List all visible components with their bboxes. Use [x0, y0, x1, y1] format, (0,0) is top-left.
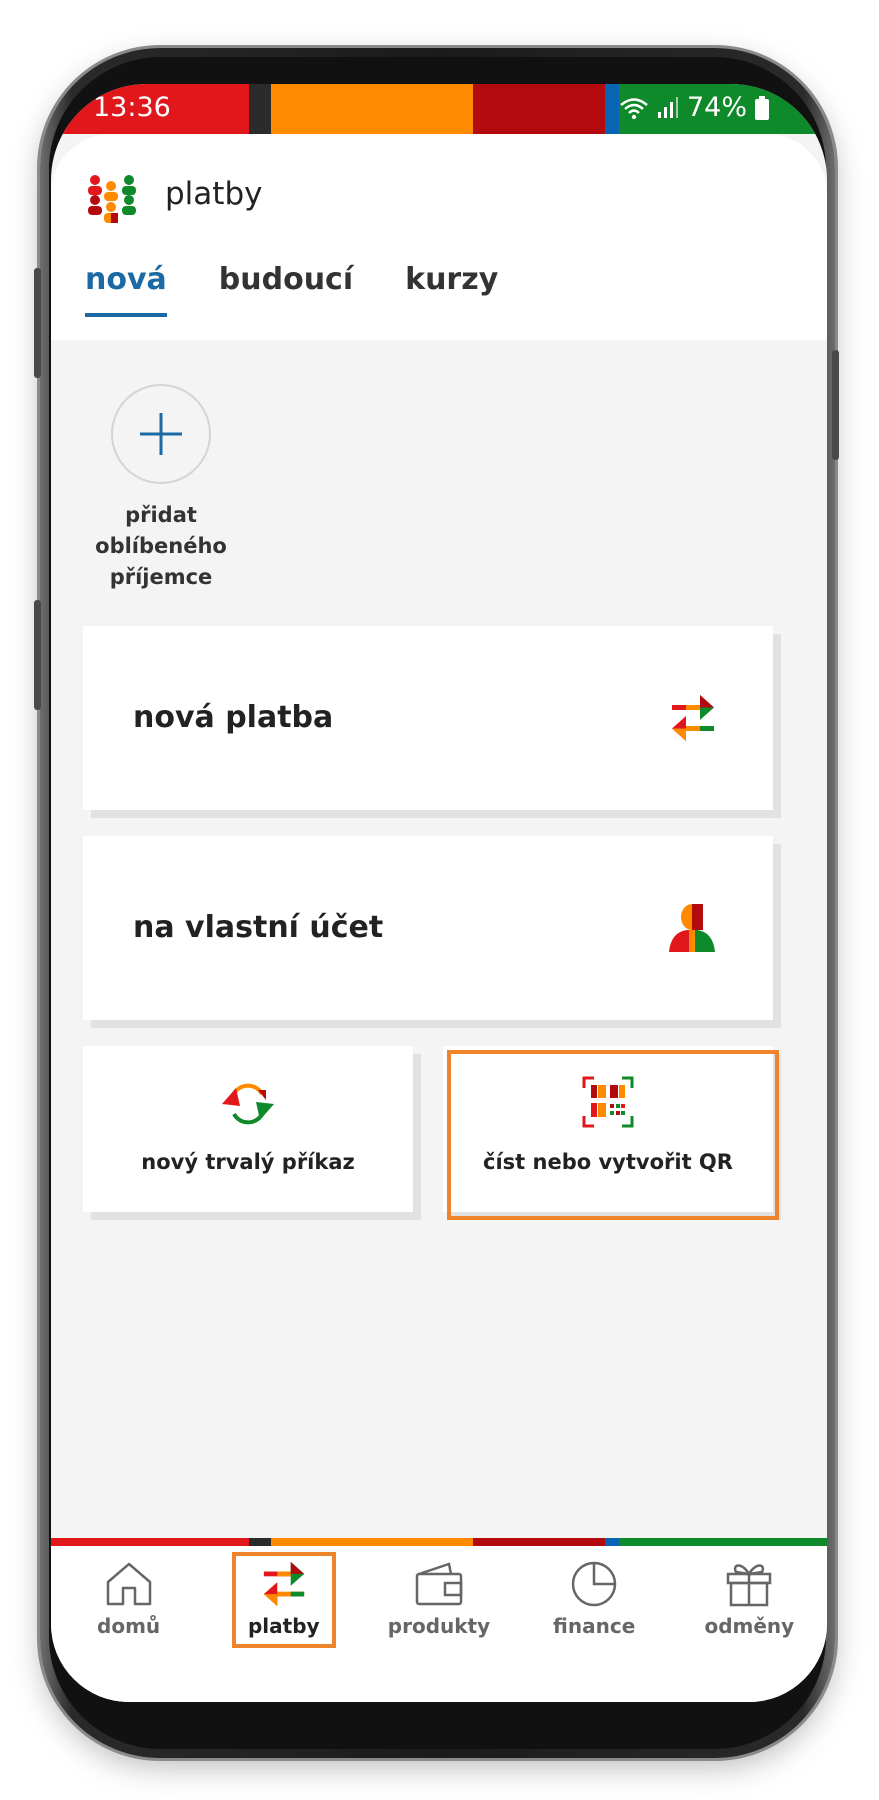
- own-account-label: na vlastní účet: [133, 910, 384, 945]
- nav-produkty[interactable]: produkty: [369, 1546, 509, 1638]
- new-payment-card[interactable]: nová platba: [83, 626, 773, 810]
- wifi-icon: [620, 97, 648, 119]
- add-favorite-label-line3: příjemce: [109, 565, 213, 589]
- stripe-blue: [605, 84, 619, 134]
- transfer-arrows-icon: [263, 1561, 304, 1607]
- battery-icon: [755, 95, 769, 120]
- standing-order-card[interactable]: nový trvalý příkaz: [83, 1046, 413, 1212]
- home-icon: [106, 1562, 151, 1606]
- person-icon: [669, 904, 715, 952]
- nav-domu-label: domů: [97, 1614, 161, 1638]
- volume-down-button: [34, 600, 41, 710]
- nav-domu[interactable]: domů: [59, 1546, 199, 1638]
- pie-chart-icon: [571, 1561, 617, 1607]
- gift-icon: [727, 1564, 772, 1607]
- tab-bar: nová budoucí kurzy: [85, 262, 498, 317]
- tab-kurzy[interactable]: kurzy: [405, 262, 498, 317]
- app-header: platby nová budoucí kurzy: [51, 134, 827, 340]
- nav-produkty-label: produkty: [387, 1614, 491, 1638]
- qr-card[interactable]: číst nebo vytvořit QR: [443, 1046, 773, 1212]
- add-favorite-button[interactable]: [111, 384, 211, 484]
- add-favorite-label: přidat oblíbeného příjemce: [91, 500, 231, 593]
- nav-finance[interactable]: finance: [524, 1546, 664, 1638]
- add-favorite-recipient[interactable]: přidat oblíbeného příjemce: [91, 384, 231, 593]
- nav-odmeny[interactable]: odměny: [679, 1546, 819, 1638]
- stripe-black: [249, 84, 271, 134]
- add-favorite-label-line2: oblíbeného: [95, 534, 227, 558]
- own-account-card[interactable]: na vlastní účet: [83, 836, 773, 1020]
- add-favorite-label-line1: přidat: [125, 503, 197, 527]
- new-payment-label: nová platba: [133, 700, 334, 735]
- recurring-arrows-icon: [222, 1083, 274, 1125]
- status-time: 13:36: [93, 92, 171, 123]
- plus-icon: [140, 413, 182, 455]
- status-icons: 74%: [619, 92, 769, 123]
- standing-order-label: nový trvalý příkaz: [141, 1150, 355, 1174]
- stripe-dark-red: [473, 84, 605, 134]
- bottom-nav-stripe: [51, 1538, 827, 1546]
- nav-platby[interactable]: platby: [214, 1546, 354, 1648]
- nav-platby-label: platby: [247, 1614, 320, 1638]
- nav-odmeny-label: odměny: [704, 1614, 795, 1638]
- tab-budouci[interactable]: budoucí: [219, 262, 353, 317]
- nav-finance-label: finance: [553, 1614, 636, 1638]
- qr-label: číst nebo vytvořit QR: [483, 1150, 733, 1174]
- volume-up-button: [34, 268, 41, 378]
- page-title: platby: [165, 176, 263, 212]
- stripe-orange: [271, 84, 473, 134]
- qr-code-icon: [582, 1076, 634, 1128]
- phone-screen: 13:36 74% platby nová budoucí kurzy přid…: [51, 84, 827, 1702]
- people-group-logo-icon: [88, 175, 136, 223]
- signal-icon: [657, 96, 678, 118]
- battery-percentage: 74%: [686, 92, 747, 123]
- wallet-icon: [415, 1562, 463, 1606]
- power-button: [832, 350, 839, 460]
- bottom-navigation: domů platby produkty finance odměny: [51, 1546, 827, 1656]
- home-indicator-area: [51, 1656, 827, 1702]
- tab-nova[interactable]: nová: [85, 262, 167, 317]
- transfer-arrows-icon: [672, 695, 714, 741]
